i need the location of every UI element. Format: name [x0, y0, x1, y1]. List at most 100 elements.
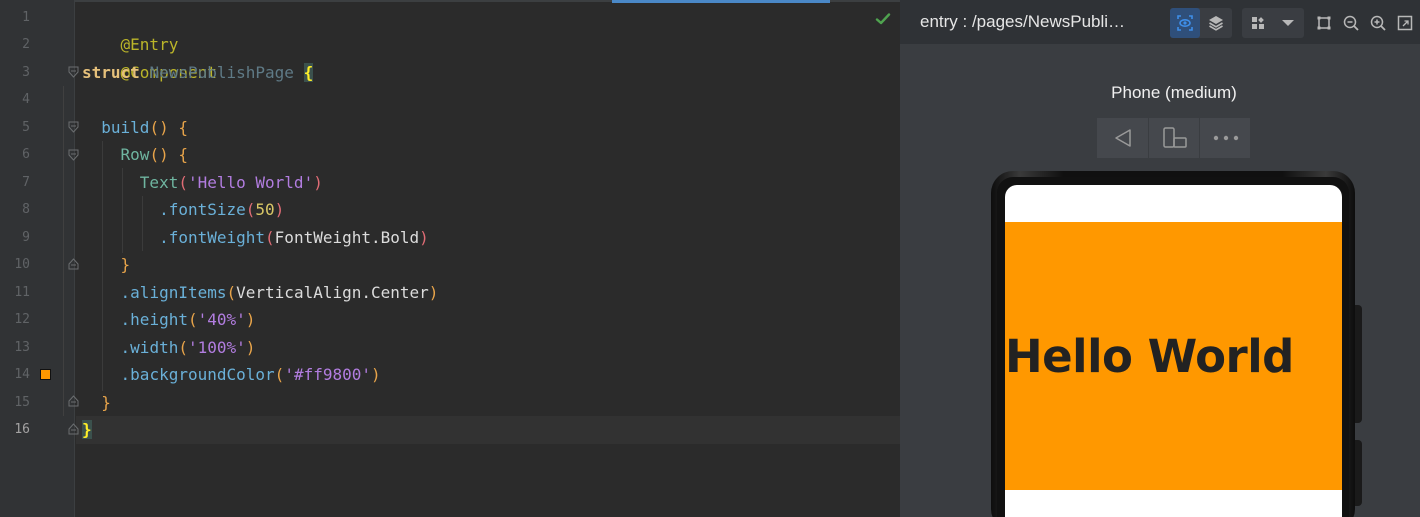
line-number: 10	[14, 257, 30, 272]
line-number: 7	[22, 174, 30, 190]
row-container[interactable]: Hello World	[1005, 222, 1342, 490]
keyword: struct	[82, 62, 140, 82]
paren: (	[178, 172, 188, 192]
argument: VerticalAlign.Center	[236, 282, 429, 302]
inspector-toggle-group	[1170, 8, 1232, 38]
fold-close-icon[interactable]	[68, 423, 79, 435]
argument: FontWeight.Bold	[274, 227, 420, 247]
paren: (	[178, 337, 188, 357]
line-number-current: 16	[14, 422, 30, 437]
code-line-6[interactable]: Row() {	[82, 141, 188, 169]
code-line-12[interactable]: .height('40%')	[82, 306, 256, 334]
components-icon[interactable]	[1243, 8, 1273, 38]
line-number: 2	[22, 37, 30, 52]
dot: .	[120, 337, 131, 357]
hello-text[interactable]: Hello World	[1005, 330, 1294, 383]
code-line-13[interactable]: .width('100%')	[82, 334, 256, 362]
check-icon[interactable]	[875, 11, 891, 27]
layers-icon[interactable]	[1201, 8, 1231, 38]
line-number: 5	[22, 119, 30, 135]
paren: (	[265, 227, 275, 247]
fold-close-icon[interactable]	[68, 258, 79, 270]
string-literal: '100%'	[187, 337, 246, 357]
paren: (	[245, 200, 256, 219]
code-line-14[interactable]: .backgroundColor('#ff9800')	[82, 361, 381, 389]
brace: {	[178, 145, 188, 164]
line-number: 8	[22, 202, 30, 217]
line-number: 4	[22, 92, 30, 107]
paren: )	[313, 172, 323, 192]
zoom-in-icon[interactable]	[1363, 8, 1393, 38]
volume-key	[1354, 305, 1362, 423]
line-number: 14	[14, 367, 30, 382]
fold-open-icon[interactable]	[68, 66, 79, 78]
line-number: 13	[14, 339, 30, 355]
horizontal-scroll-thumb[interactable]	[612, 0, 830, 3]
method-name: fontWeight	[168, 227, 266, 247]
brace: {	[178, 117, 188, 137]
fold-close-icon[interactable]	[68, 395, 79, 407]
line-number: 15	[14, 394, 30, 410]
brace: {	[303, 62, 314, 82]
paren: )	[245, 310, 256, 329]
string-literal: 'Hello World'	[187, 172, 314, 192]
parens: ()	[149, 145, 169, 164]
code-line-16[interactable]: }	[82, 416, 92, 444]
dot: .	[159, 227, 169, 247]
code-line-9[interactable]: .fontWeight(FontWeight.Bold)	[82, 224, 429, 252]
number-literal: 50	[255, 200, 275, 219]
component-name: Text	[139, 172, 179, 192]
code-line-15[interactable]: }	[82, 389, 111, 417]
paren: (	[226, 282, 237, 302]
back-icon[interactable]	[1097, 118, 1148, 158]
line-number: 9	[22, 229, 30, 245]
method-name: backgroundColor	[130, 365, 275, 384]
rotate-icon[interactable]	[1149, 118, 1200, 158]
code-line-3[interactable]: struct NewsPublishPage {	[82, 59, 314, 87]
code-line-8[interactable]: .fontSize(50)	[82, 196, 284, 224]
dropdown-icon[interactable]	[1273, 8, 1303, 38]
line-number: 11	[14, 284, 30, 300]
phone-frame: Hello World	[991, 171, 1355, 517]
fullscreen-icon[interactable]	[1390, 8, 1420, 38]
code-line-2[interactable]: @Component	[82, 31, 217, 82]
more-icon[interactable]	[1200, 118, 1251, 158]
dot: .	[120, 282, 131, 302]
function-name: build	[101, 117, 150, 137]
dot: .	[159, 200, 169, 219]
line-number: 3	[22, 64, 30, 80]
code-line-11[interactable]: .alignItems(VerticalAlign.Center)	[82, 279, 439, 307]
paren: )	[428, 282, 439, 302]
method-name: alignItems	[130, 282, 227, 302]
preview-page-title: entry : /pages/NewsPubli…	[920, 12, 1126, 31]
code-line-7[interactable]: Text('Hello World')	[82, 169, 323, 197]
component-name: Row	[120, 145, 150, 164]
paren: )	[371, 365, 381, 384]
line-number: 6	[22, 147, 30, 162]
string-literal: '#ff9800'	[284, 365, 372, 384]
string-literal: '40%'	[197, 310, 246, 329]
method-name: fontSize	[168, 200, 246, 219]
device-name-label: Phone (medium)	[1111, 83, 1237, 102]
fit-icon[interactable]	[1309, 8, 1339, 38]
power-key	[1354, 440, 1362, 506]
paren: (	[274, 365, 285, 384]
brace: }	[82, 420, 92, 439]
fold-open-icon[interactable]	[68, 149, 79, 161]
code-line-5[interactable]: build() {	[82, 114, 188, 142]
current-line-highlight	[76, 416, 900, 444]
inspector-icon[interactable]	[1170, 8, 1200, 38]
color-swatch-icon[interactable]	[40, 369, 51, 380]
zoom-out-icon[interactable]	[1336, 8, 1366, 38]
previewer-toolbar: entry : /pages/NewsPubli…	[900, 0, 1420, 44]
line-number: 12	[14, 312, 30, 327]
dot: .	[120, 310, 131, 329]
code-line-1[interactable]: @Entry	[82, 4, 179, 54]
fold-open-icon[interactable]	[68, 121, 79, 133]
code-line-10[interactable]: }	[82, 251, 131, 279]
device-screen[interactable]: Hello World	[1005, 185, 1342, 517]
paren: )	[274, 200, 285, 219]
struct-name: NewsPublishPage	[149, 62, 294, 82]
code-editor[interactable]: 1 2 3 4 5 6 7 8 9 10 11 12 13 14 15 16 @…	[0, 0, 900, 517]
previewer-panel[interactable]: entry : /pages/NewsPubli… Phone (medium)…	[900, 0, 1420, 517]
